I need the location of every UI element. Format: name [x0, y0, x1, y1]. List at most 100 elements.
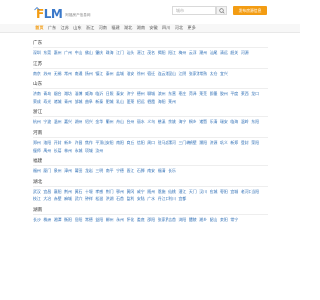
city-link[interactable]: 石首 — [116, 195, 126, 203]
city-link[interactable]: 绍兴 — [85, 118, 95, 126]
city-link[interactable]: 惠州 — [54, 49, 64, 57]
city-link[interactable]: 太仓 — [210, 70, 220, 78]
city-link[interactable]: 长乐 — [168, 167, 178, 175]
nav-item[interactable]: 浙江 — [84, 24, 97, 32]
city-link[interactable]: 珠海 — [106, 49, 116, 57]
city-link[interactable]: 益阳 — [95, 216, 105, 224]
city-link[interactable]: 余姚 — [168, 118, 178, 126]
city-link[interactable]: 郑州 — [33, 139, 43, 147]
city-link[interactable]: 无锡 — [54, 70, 64, 78]
city-link[interactable]: 阳江 — [168, 49, 178, 57]
city-link[interactable]: 龙岩 — [85, 167, 95, 175]
city-link[interactable]: 随州 — [147, 188, 157, 196]
city-link[interactable]: 桐乡 — [189, 118, 199, 126]
city-link[interactable]: 驻马店 — [158, 139, 168, 147]
city-link[interactable]: 江门 — [116, 49, 126, 57]
post-listing-button[interactable]: 发布房源信息 — [233, 6, 267, 15]
city-link[interactable]: 茂名 — [147, 49, 157, 57]
city-link[interactable]: 永州 — [116, 216, 126, 224]
city-link[interactable]: 张家港 — [189, 70, 199, 78]
city-link[interactable]: 泰安 — [116, 90, 126, 98]
city-link[interactable]: 利川 — [168, 195, 178, 203]
city-link[interactable]: 登封 — [241, 139, 251, 147]
city-link[interactable]: 青州 — [64, 98, 74, 106]
city-link[interactable]: 孝感 — [95, 188, 105, 196]
city-link[interactable]: 湘乡 — [199, 216, 209, 224]
city-link[interactable]: 潮州 — [199, 49, 209, 57]
city-link[interactable]: 海宁 — [178, 118, 188, 126]
city-link[interactable]: 江阴 — [178, 70, 188, 78]
city-link[interactable]: 东阳 — [251, 118, 261, 126]
city-link[interactable]: 郴州 — [106, 216, 116, 224]
city-link[interactable]: 黄冈 — [127, 188, 137, 196]
search-button[interactable] — [216, 6, 227, 15]
city-link[interactable]: 镇江 — [95, 70, 105, 78]
city-link[interactable]: 广水 — [147, 195, 157, 203]
city-link[interactable]: 滨州 — [158, 90, 168, 98]
city-link[interactable]: 青岛 — [43, 90, 53, 98]
city-link[interactable]: 福州 — [33, 167, 43, 175]
city-link[interactable]: 宜昌 — [43, 188, 53, 196]
city-link[interactable]: 莱芜 — [199, 90, 209, 98]
city-link[interactable]: 佛山 — [85, 49, 95, 57]
city-link[interactable]: 宜城 — [230, 188, 240, 196]
city-link[interactable]: 醴陵 — [189, 216, 199, 224]
city-link[interactable]: 泉州 — [54, 167, 64, 175]
city-link[interactable]: 永城 — [75, 147, 85, 155]
city-link[interactable]: 济南 — [33, 90, 43, 98]
city-link[interactable]: 林州 — [64, 147, 74, 155]
city-link[interactable]: 聊城 — [147, 90, 157, 98]
city-link[interactable]: 湖州 — [75, 118, 85, 126]
city-link[interactable]: 当阳 — [251, 188, 261, 196]
nav-item[interactable]: 湖北 — [122, 24, 135, 32]
city-link[interactable]: 泰州 — [106, 70, 116, 78]
city-link[interactable]: 韶关 — [230, 49, 240, 57]
city-link[interactable]: 金华 — [95, 118, 105, 126]
city-link[interactable]: 济源 — [210, 139, 220, 147]
city-link[interactable]: 云浮 — [189, 49, 199, 57]
city-link[interactable]: 揭阳 — [158, 49, 168, 57]
city-link[interactable]: 肇庆 — [95, 49, 105, 57]
city-link[interactable]: 淄博 — [75, 90, 85, 98]
nav-item[interactable]: 首页 — [33, 24, 46, 32]
city-link[interactable]: 南安 — [147, 167, 157, 175]
city-link[interactable]: 扬州 — [85, 70, 95, 78]
city-link[interactable]: 河源 — [241, 49, 251, 57]
city-link[interactable]: 莱州 — [168, 98, 178, 106]
city-link[interactable]: 枣阳 — [220, 188, 230, 196]
city-link[interactable]: 三门峡 — [178, 139, 188, 147]
city-link[interactable]: 鄂州 — [116, 188, 126, 196]
city-link[interactable]: 汕尾 — [210, 49, 220, 57]
city-link[interactable]: 菏泽 — [189, 90, 199, 98]
city-link[interactable]: 宿迁 — [147, 70, 157, 78]
city-link[interactable]: 怀化 — [127, 216, 137, 224]
city-link[interactable]: 丹江口 — [158, 195, 168, 203]
city-link[interactable]: 新乡 — [64, 139, 74, 147]
city-link[interactable]: 平度 — [230, 90, 240, 98]
city-link[interactable]: 南平 — [106, 167, 116, 175]
city-link[interactable]: 乐清 — [210, 118, 220, 126]
city-link[interactable]: 宜都 — [178, 195, 188, 203]
nav-item[interactable]: 河北 — [173, 24, 186, 32]
city-link[interactable]: 宁波 — [43, 118, 53, 126]
city-link[interactable]: 黄石 — [75, 188, 85, 196]
city-link[interactable]: 周口 — [147, 139, 157, 147]
city-link[interactable]: 衢州 — [106, 118, 116, 126]
city-link[interactable]: 株洲 — [43, 216, 53, 224]
city-link[interactable]: 南京 — [33, 70, 43, 78]
city-link[interactable]: 东莞 — [43, 49, 53, 57]
city-link[interactable]: 荣成 — [33, 98, 43, 106]
city-link[interactable]: 蓬莱 — [127, 98, 137, 106]
city-link[interactable]: 乳山 — [116, 98, 126, 106]
city-link[interactable]: 咸宁 — [137, 188, 147, 196]
city-link[interactable]: 曲阜 — [85, 98, 95, 106]
nav-item[interactable]: 四川 — [160, 24, 173, 32]
city-link[interactable]: 慈溪 — [158, 118, 168, 126]
city-link[interactable]: 徐州 — [137, 70, 147, 78]
city-link[interactable]: 三明 — [95, 167, 105, 175]
city-link[interactable]: 安陆 — [137, 195, 147, 203]
city-link[interactable]: 巩义 — [220, 139, 230, 147]
city-link[interactable]: 仙桃 — [168, 188, 178, 196]
city-link[interactable]: 常宁 — [230, 216, 240, 224]
city-link[interactable]: 荆州 — [64, 188, 74, 196]
